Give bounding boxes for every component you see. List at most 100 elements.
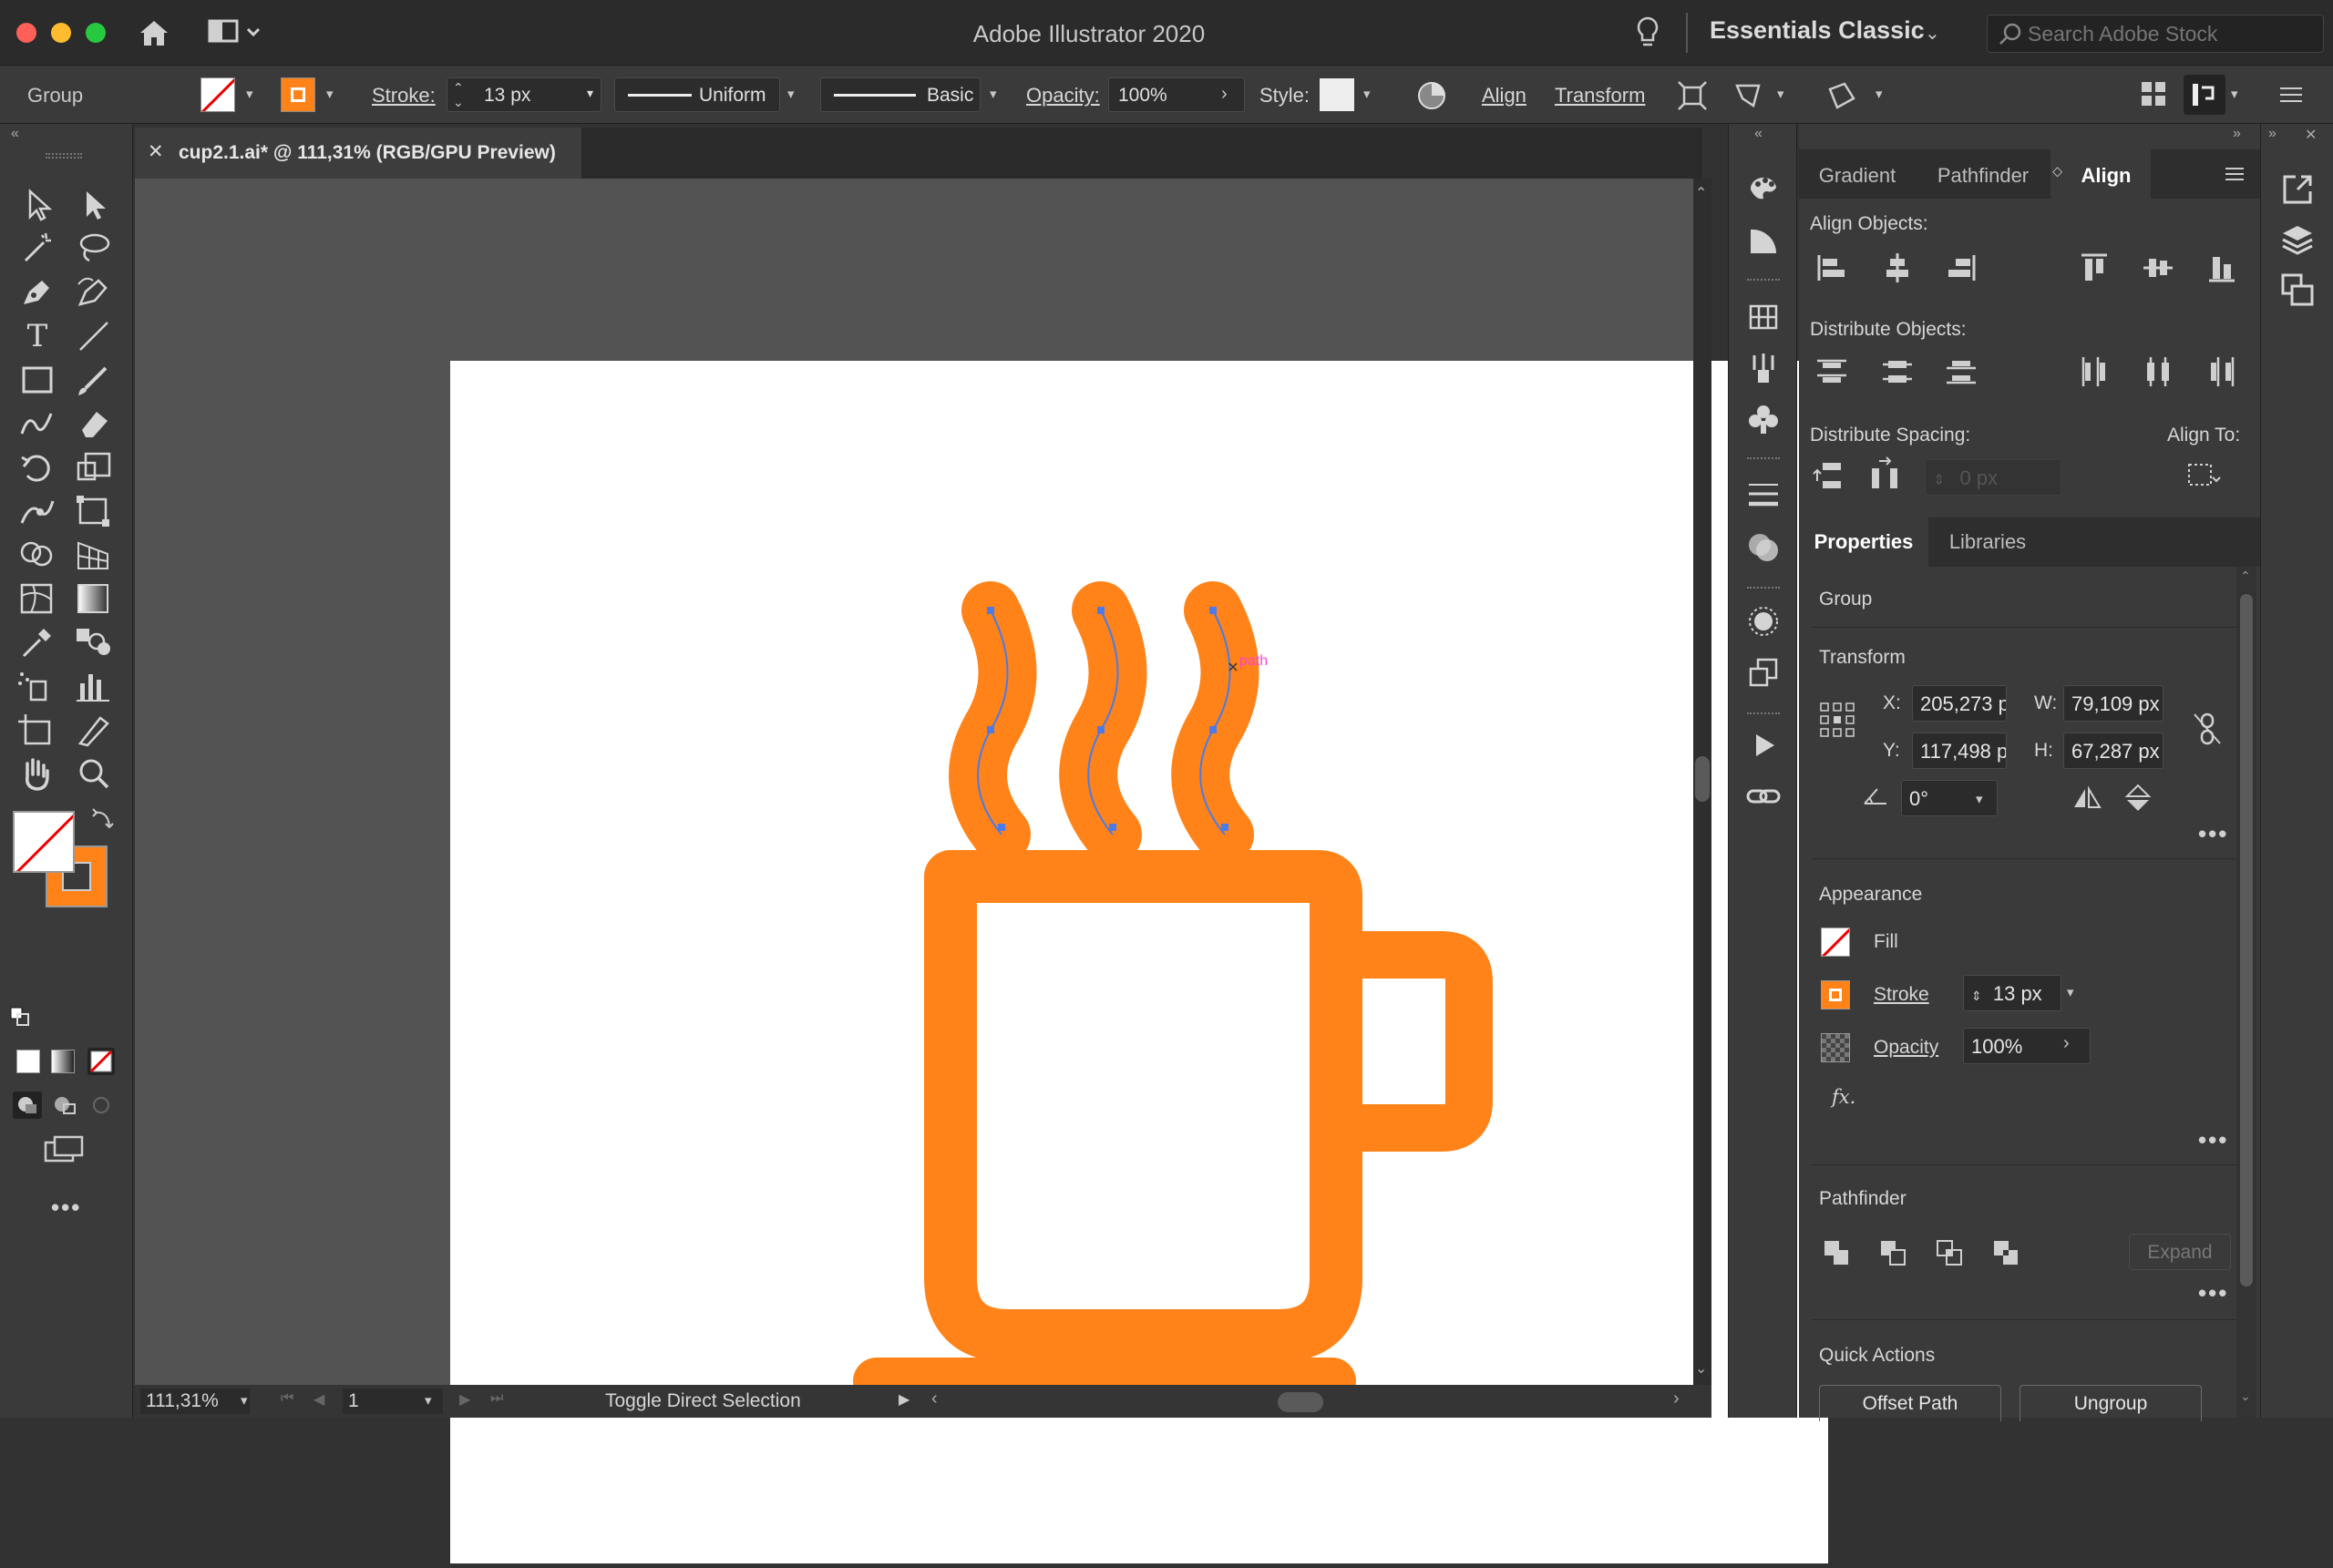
artboard-icon[interactable] [16,711,58,749]
cup-handle[interactable] [1362,931,1493,1152]
selection-tool-icon[interactable] [16,186,58,224]
chevron-down-icon[interactable]: ▾ [1976,791,1983,807]
chevron-right-icon[interactable]: › [1221,84,1228,105]
actions-icon[interactable] [1745,727,1782,764]
w-field[interactable]: 79,109 px [2063,685,2163,722]
chevron-down-icon[interactable]: ▾ [787,86,795,102]
arrange-panels-icon[interactable] [2140,80,2167,108]
stepper-arrows-icon[interactable]: ⌃ ⌄ [453,80,464,109]
slice-icon[interactable] [73,711,115,749]
color-mode-icon[interactable] [16,1050,40,1073]
puppet-warp-icon[interactable] [1733,80,1764,111]
more-transform-options-icon[interactable]: ••• [2198,820,2228,848]
fill-swatch[interactable] [200,77,235,112]
warp-icon[interactable] [16,492,58,530]
export-icon[interactable] [2279,171,2316,208]
flip-horizontal-icon[interactable] [2067,778,2107,818]
pen-icon[interactable] [16,273,58,312]
x-field[interactable]: 205,273 p [1912,685,2007,722]
color-icon[interactable] [1745,169,1782,206]
expand-button[interactable]: Expand [2129,1234,2231,1270]
last-artboard-icon[interactable]: ⏭ [490,1390,503,1407]
offset-path-button[interactable]: Offset Path [1819,1385,2001,1421]
tab-align[interactable]: Align [2065,151,2147,199]
brush-definition[interactable]: Basic [820,77,981,112]
chevron-down-icon[interactable]: ▾ [246,86,253,102]
brushes-icon[interactable] [1745,350,1782,386]
tab-pathfinder[interactable]: Pathfinder [1916,151,2050,199]
tab-libraries[interactable]: Libraries [1928,518,2047,565]
canvas-area[interactable]: path [135,179,1828,1563]
tab-gradient[interactable]: Gradient [1799,151,1916,199]
horizontal-distribute-space-icon[interactable] [1865,456,1905,496]
edit-toolbar-icon[interactable]: ••• [51,1194,81,1222]
close-tab-icon[interactable]: ✕ [148,140,164,163]
workspace-switcher[interactable]: Essentials Classic [1710,16,1925,45]
transparency-icon[interactable] [1745,528,1782,565]
fill-none-swatch[interactable] [1821,927,1850,957]
strip-grip[interactable] [1747,712,1780,717]
artboard[interactable]: path [450,361,1828,1563]
scroll-up-icon[interactable]: ⌃ [2240,569,2251,584]
more-pathfinder-options-icon[interactable]: ••• [2198,1279,2228,1307]
fill-color-swatch[interactable] [13,811,75,873]
horizontal-align-left-icon[interactable] [1812,248,1852,288]
y-field[interactable]: 117,498 p [1912,733,2007,769]
scroll-down-icon[interactable]: ⌄ [2240,1389,2251,1404]
recolor-options-icon[interactable] [1826,80,1857,111]
gradient-icon[interactable] [73,579,115,618]
zoom-window-button[interactable] [86,23,106,43]
arrange-documents-icon[interactable] [208,18,262,47]
intersect-icon[interactable] [1930,1234,1970,1274]
mesh-icon[interactable] [16,579,58,618]
scroll-up-icon[interactable]: ⌃ [1695,184,1707,202]
stepper-arrows-icon[interactable]: ⇕ [1971,989,1982,1003]
chevron-down-icon[interactable]: ⌄ [1925,22,1940,45]
transform-link[interactable]: Transform [1555,84,1645,108]
lasso-icon[interactable] [73,230,115,268]
chevron-down-icon[interactable]: ▾ [990,86,997,102]
curvature-icon[interactable] [73,273,115,312]
reference-point-icon[interactable] [1817,700,1857,740]
lightbulb-icon[interactable] [1634,15,1661,51]
panel-menu-icon[interactable] [2225,166,2244,182]
stock-search-box[interactable] [1987,15,2324,53]
rotate-angle-icon[interactable] [1857,776,1897,816]
stroke-swatch[interactable] [281,77,315,112]
cup-artwork[interactable]: path [450,361,1828,1563]
strip-grip[interactable] [1747,457,1780,462]
vertical-align-top-icon[interactable] [2074,248,2114,288]
appearance-opacity-field[interactable]: 100% [1963,1028,2091,1064]
appearance-stroke-field[interactable]: ⇕ 13 px [1963,975,2061,1011]
panel-grip[interactable] [46,153,82,159]
control-bar-menu-icon[interactable] [2280,86,2302,104]
none-mode-icon[interactable] [87,1048,115,1075]
strip-grip[interactable] [1747,279,1780,283]
chevron-down-icon[interactable]: ▾ [2067,984,2074,1000]
search-input[interactable] [2028,21,2310,46]
chevron-down-icon[interactable]: ▾ [326,86,334,102]
blend-icon[interactable] [73,623,115,661]
symbols-icon[interactable] [1745,401,1782,437]
symbol-sprayer-icon[interactable] [16,667,58,705]
graph-icon[interactable] [73,667,115,705]
collapse-panel-icon[interactable]: « [11,126,19,142]
chevron-down-icon[interactable]: ▾ [2231,86,2238,102]
horizontal-distribute-center-icon[interactable] [2138,352,2178,392]
shape-builder-icon[interactable] [16,536,58,574]
free-transform-icon[interactable] [73,492,115,530]
fx-icon[interactable]: fx. [1832,1086,1855,1108]
opacity-checker-icon[interactable] [1821,1033,1850,1062]
paintbrush-icon[interactable] [73,361,115,399]
scroll-down-icon[interactable]: ⌄ [1695,1359,1707,1378]
h-field[interactable]: 67,287 px [2063,733,2163,769]
variable-width-profile[interactable]: Uniform [614,77,780,112]
steam-strokes[interactable] [949,581,1259,864]
appearance-icon[interactable] [1745,603,1782,640]
isolate-group-icon[interactable] [1677,80,1708,111]
rectangle-icon[interactable] [16,361,58,399]
close-window-button[interactable] [16,23,36,43]
minimize-window-button[interactable] [51,23,71,43]
chevron-down-icon[interactable]: ▾ [241,1392,248,1409]
vertical-distribute-space-icon[interactable] [1812,456,1852,496]
